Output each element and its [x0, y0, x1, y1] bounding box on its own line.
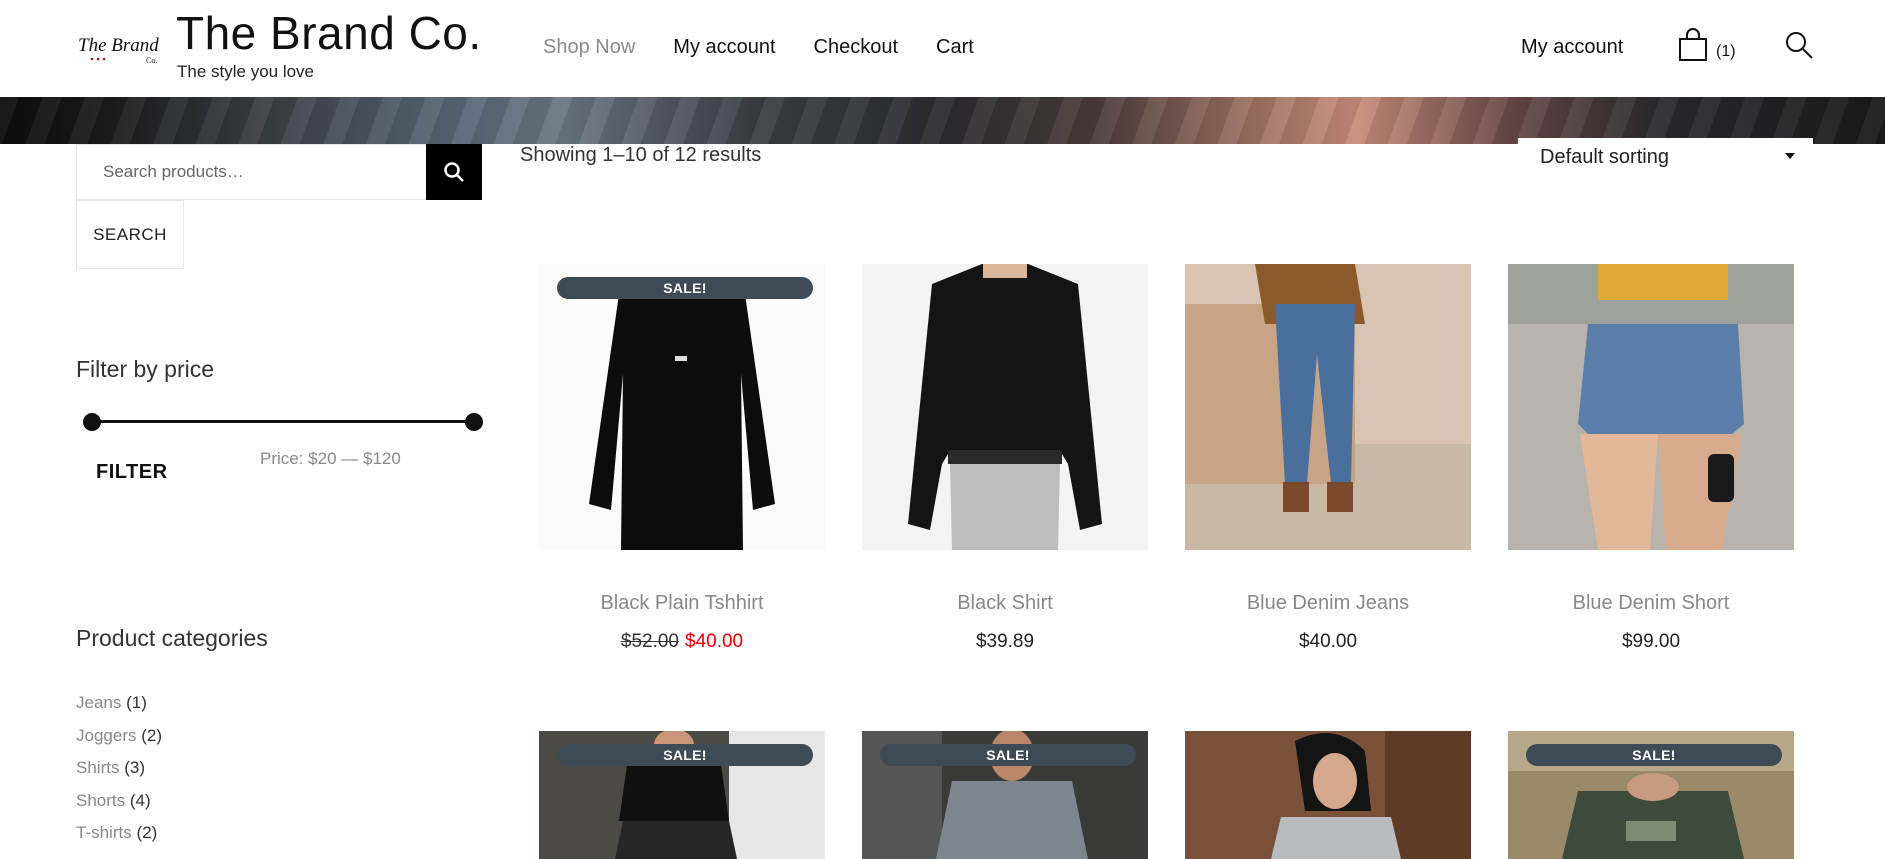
category-item: Joggers (2): [76, 723, 162, 756]
product-categories-heading: Product categories: [76, 625, 268, 651]
category-count: (2): [141, 725, 162, 745]
main-nav: Shop Now My account Checkout Cart: [543, 36, 974, 59]
product-title[interactable]: Black Plain Tshhirt: [539, 592, 825, 615]
product-search-input[interactable]: [77, 145, 426, 199]
product-search-field[interactable]: [76, 144, 426, 200]
sale-badge: SALE!: [1526, 744, 1782, 766]
category-count: (1): [126, 693, 147, 712]
nav-shop-now[interactable]: Shop Now: [543, 36, 635, 59]
site-tagline: The style you love: [177, 62, 315, 81]
product-image[interactable]: SALE!: [862, 731, 1148, 859]
category-link[interactable]: T-shirts: [76, 823, 132, 842]
sale-badge: SALE!: [557, 277, 813, 299]
current-price: $99.00: [1621, 631, 1681, 652]
search-submit-button[interactable]: SEARCH: [76, 200, 184, 269]
sorting-selected-value: Default sorting: [1540, 145, 1669, 168]
current-price: $39.89: [975, 631, 1035, 652]
price-range-label: Price: $20 — $120: [260, 449, 401, 468]
product-image[interactable]: [862, 264, 1148, 550]
product-card[interactable]: Blue Denim Jeans $40.00: [1185, 264, 1471, 653]
search-icon[interactable]: [1784, 30, 1814, 60]
product-image[interactable]: [1185, 264, 1471, 550]
price-slider-track: [84, 420, 474, 423]
cart-count-badge[interactable]: (1): [1716, 43, 1736, 61]
brand-logo[interactable]: The Brand Co.: [78, 26, 160, 68]
nav-checkout[interactable]: Checkout: [814, 36, 899, 59]
sorting-select[interactable]: Default sorting: [1518, 138, 1813, 176]
product-search-button[interactable]: [426, 144, 482, 200]
product-title[interactable]: Blue Denim Jeans: [1185, 592, 1471, 615]
category-item: Shorts (4): [76, 788, 162, 821]
category-link[interactable]: Joggers: [76, 726, 136, 745]
svg-text:Co.: Co.: [146, 56, 157, 65]
product-photo: [1185, 731, 1471, 859]
product-title[interactable]: Black Shirt: [862, 592, 1148, 615]
product-image[interactable]: SALE!: [539, 731, 825, 859]
product-price: $52.00 $40.00: [539, 631, 825, 653]
category-link[interactable]: Shorts: [76, 791, 125, 810]
site-title[interactable]: The Brand Co.: [176, 6, 482, 60]
filter-by-price-heading: Filter by price: [76, 356, 215, 382]
regular-price: $52.00: [620, 631, 679, 652]
product-card[interactable]: SALE!: [1508, 731, 1794, 859]
product-photo: [539, 264, 825, 550]
svg-text:The Brand: The Brand: [78, 35, 159, 56]
sale-price: $40.00: [685, 631, 744, 652]
category-item: Jeans (1): [76, 690, 162, 723]
product-price: $39.89: [862, 631, 1148, 653]
price-range-slider[interactable]: [83, 412, 483, 432]
price-slider-max-handle[interactable]: [465, 413, 483, 431]
sale-badge: SALE!: [880, 744, 1136, 766]
product-title[interactable]: Blue Denim Short: [1508, 592, 1794, 615]
magnifier-icon: [444, 162, 464, 182]
product-photo: [1185, 264, 1471, 550]
header-my-account-link[interactable]: My account: [1521, 36, 1623, 59]
current-price: $40.00: [1298, 631, 1358, 652]
category-count: (3): [124, 758, 145, 777]
product-price: $99.00: [1508, 631, 1794, 653]
nav-cart[interactable]: Cart: [936, 36, 974, 59]
product-photo: [862, 264, 1148, 550]
filter-button[interactable]: FILTER: [96, 461, 168, 484]
product-card[interactable]: SALE! Black Plain Tshhirt $52.00 $40.00: [539, 264, 825, 653]
product-card[interactable]: [1185, 731, 1471, 859]
category-count: (4): [129, 790, 151, 810]
site-header: The Brand Co. The Brand Co. The style yo…: [0, 0, 1885, 97]
nav-my-account[interactable]: My account: [673, 36, 775, 59]
category-count: (2): [136, 823, 158, 842]
product-photo: [1508, 264, 1794, 550]
product-image[interactable]: SALE!: [539, 264, 825, 550]
category-item: Shirts (3): [76, 755, 162, 788]
product-image[interactable]: [1185, 731, 1471, 859]
price-slider-min-handle[interactable]: [83, 413, 101, 431]
dropdown-caret-icon: [1785, 153, 1795, 159]
product-price: $40.00: [1185, 631, 1471, 653]
product-card[interactable]: Black Shirt $39.89: [862, 264, 1148, 653]
product-card[interactable]: SALE!: [862, 731, 1148, 859]
hero-banner-image: [0, 97, 1885, 144]
product-card[interactable]: SALE!: [539, 731, 825, 859]
cart-icon[interactable]: [1676, 28, 1710, 62]
product-card[interactable]: Blue Denim Short $99.00: [1508, 264, 1794, 653]
result-count: Showing 1–10 of 12 results: [520, 144, 762, 166]
sale-badge: SALE!: [557, 744, 813, 766]
category-list: Jeans (1) Joggers (2) Shirts (3) Shorts …: [76, 690, 162, 853]
category-item: T-shirts (2): [76, 820, 162, 853]
category-link[interactable]: Shirts: [76, 758, 119, 777]
category-link[interactable]: Jeans: [76, 693, 121, 712]
product-image[interactable]: SALE!: [1508, 731, 1794, 859]
product-image[interactable]: [1508, 264, 1794, 550]
